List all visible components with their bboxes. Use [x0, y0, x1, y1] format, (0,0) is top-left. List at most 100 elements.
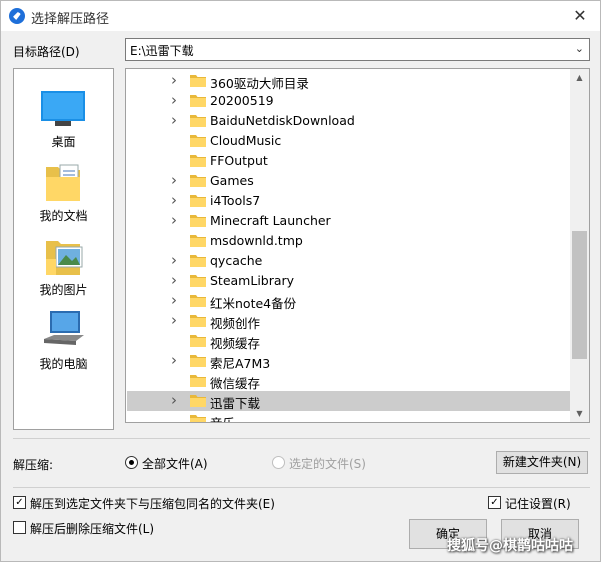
scroll-down-icon[interactable]: ▼ — [570, 405, 589, 422]
target-path-combobox[interactable]: E:\迅雷下载 ⌄ — [125, 38, 590, 61]
scrollbar-thumb[interactable] — [572, 231, 587, 359]
extract-to-subfolder-label[interactable]: 解压到选定文件夹下与压缩包同名的文件夹(E) — [30, 495, 275, 512]
folder-icon — [190, 155, 206, 167]
target-path-label: 目标路径(D) — [13, 45, 80, 59]
folder-name: SteamLibrary — [210, 273, 295, 288]
folder-name: CloudMusic — [210, 133, 282, 148]
folder-icon — [190, 315, 206, 327]
close-icon[interactable]: ✕ — [560, 1, 600, 31]
folder-row[interactable]: msdownld.tmp — [127, 231, 570, 251]
folder-row[interactable]: FFOutput — [127, 151, 570, 171]
folder-row[interactable]: 音乐 — [127, 411, 570, 422]
selected-files-label[interactable]: 选定的文件(S) — [289, 455, 366, 472]
folder-row[interactable]: › SteamLibrary — [127, 271, 570, 291]
folder-icon — [190, 195, 206, 207]
folder-row[interactable]: › i4Tools7 — [127, 191, 570, 211]
folder-row[interactable]: › 索尼A7M3 — [127, 351, 570, 371]
extract-to-subfolder-checkbox[interactable]: ✓ — [13, 496, 26, 509]
extract-path-dialog: 选择解压路径 ✕ 目标路径(D) E:\迅雷下载 ⌄ 桌面 我的文档 我的图片 … — [0, 0, 601, 562]
place-computer[interactable]: 我的电脑 — [14, 309, 113, 379]
all-files-radio[interactable] — [125, 456, 138, 469]
folder-row[interactable]: 微信缓存 — [127, 371, 570, 391]
chevron-right-icon[interactable]: › — [171, 91, 177, 109]
folder-name: Games — [210, 173, 254, 188]
vertical-scrollbar[interactable]: ▲ ▼ — [570, 69, 589, 422]
remember-settings-label[interactable]: 记住设置(R) — [505, 495, 571, 512]
folder-name: 视频缓存 — [210, 336, 261, 351]
app-logo-icon — [9, 8, 25, 24]
place-label: 我的文档 — [39, 209, 88, 223]
folder-icon — [190, 275, 206, 287]
folder-name: 音乐 — [210, 413, 235, 422]
folder-name: 索尼A7M3 — [210, 356, 271, 371]
folder-name: BaiduNetdiskDownload — [210, 113, 355, 128]
place-label: 我的图片 — [39, 283, 88, 297]
folder-name: 红米note4备份 — [210, 296, 297, 311]
folder-icon — [190, 375, 206, 387]
folder-row[interactable]: 视频缓存 — [127, 331, 570, 351]
folder-icon — [190, 335, 206, 347]
selected-files-radio[interactable] — [272, 456, 285, 469]
documents-icon — [46, 164, 80, 201]
folder-tree[interactable]: › 360驱动大师目录 › 20200519 › BaiduNetdiskDownload… — [125, 68, 590, 423]
folder-icon — [190, 75, 206, 87]
place-pictures[interactable]: 我的图片 — [14, 235, 113, 305]
place-label: 桌面 — [51, 135, 76, 149]
chevron-right-icon[interactable]: › — [171, 351, 177, 369]
folder-row[interactable]: › qycache — [127, 251, 570, 271]
folder-icon — [190, 255, 206, 267]
chevron-right-icon[interactable]: › — [171, 271, 177, 289]
chevron-right-icon[interactable]: › — [171, 211, 177, 229]
chevron-right-icon[interactable]: › — [171, 251, 177, 269]
folder-icon — [190, 215, 206, 227]
folder-name: 视频创作 — [210, 316, 261, 331]
folder-row[interactable]: › 红米note4备份 — [127, 291, 570, 311]
new-folder-button[interactable]: 新建文件夹(N) — [496, 451, 588, 474]
folder-name: FFOutput — [210, 153, 268, 168]
title-bar: 选择解压路径 ✕ — [1, 1, 600, 31]
folder-row[interactable]: › 20200519 — [127, 91, 570, 111]
chevron-right-icon[interactable]: › — [171, 291, 177, 309]
folder-row[interactable]: CloudMusic — [127, 131, 570, 151]
folder-icon — [190, 135, 206, 147]
folder-icon — [190, 355, 206, 367]
watermark: 搜狐号@棋鹊咕咕咕 — [447, 538, 573, 554]
all-files-label[interactable]: 全部文件(A) — [142, 455, 208, 472]
folder-row[interactable]: › Games — [127, 171, 570, 191]
chevron-right-icon[interactable]: › — [171, 111, 177, 129]
folder-row[interactable]: › BaiduNetdiskDownload — [127, 111, 570, 131]
folder-name: Minecraft Launcher — [210, 213, 331, 228]
folder-name: qycache — [210, 253, 263, 268]
delete-after-checkbox[interactable] — [13, 521, 26, 534]
folder-row[interactable]: › 视频创作 — [127, 311, 570, 331]
folder-icon — [190, 95, 206, 107]
chevron-right-icon[interactable]: › — [171, 191, 177, 209]
remember-settings-checkbox[interactable]: ✓ — [488, 496, 501, 509]
window-title: 选择解压路径 — [31, 12, 110, 27]
folder-icon — [190, 175, 206, 187]
chevron-right-icon[interactable]: › — [171, 71, 177, 89]
place-documents[interactable]: 我的文档 — [14, 161, 113, 231]
pictures-icon — [46, 241, 83, 275]
chevron-down-icon[interactable]: ⌄ — [575, 42, 584, 55]
desktop-icon — [41, 91, 85, 126]
chevron-right-icon[interactable]: › — [171, 171, 177, 189]
extract-label: 解压缩: — [13, 458, 54, 472]
chevron-right-icon[interactable]: › — [171, 391, 177, 409]
folder-icon — [190, 115, 206, 127]
quick-places-panel: 桌面 我的文档 我的图片 我的电脑 — [13, 68, 114, 430]
folder-name: i4Tools7 — [210, 193, 261, 208]
place-label: 我的电脑 — [39, 357, 88, 371]
folder-row[interactable]: › Minecraft Launcher — [127, 211, 570, 231]
delete-after-label[interactable]: 解压后删除压缩文件(L) — [30, 520, 154, 537]
folder-icon — [190, 395, 206, 407]
folder-row[interactable]: › 360驱动大师目录 — [127, 71, 570, 91]
folder-row[interactable]: › 迅雷下载 — [127, 391, 570, 411]
folder-name: 微信缓存 — [210, 376, 261, 391]
chevron-right-icon[interactable]: › — [171, 311, 177, 329]
scroll-up-icon[interactable]: ▲ — [570, 69, 589, 86]
folder-icon — [190, 235, 206, 247]
separator — [13, 487, 590, 488]
folder-name: 360驱动大师目录 — [210, 76, 309, 91]
place-desktop[interactable]: 桌面 — [14, 85, 113, 155]
